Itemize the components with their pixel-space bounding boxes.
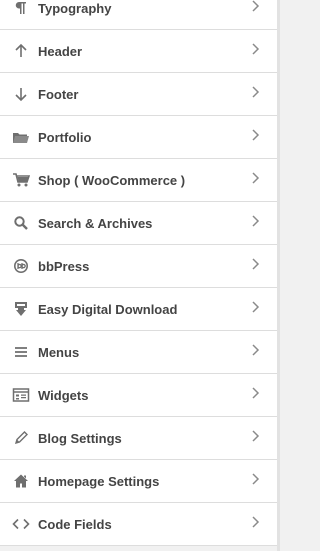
menu-item-search-archives[interactable]: Search & Archives <box>0 202 277 245</box>
menu-icon <box>12 343 30 361</box>
menu-item-menus[interactable]: Menus <box>0 331 277 374</box>
arrow-up-icon <box>12 42 30 60</box>
menu-item-typography[interactable]: Typography <box>0 0 277 30</box>
scrollbar[interactable] <box>277 0 280 551</box>
menu-item-label: Homepage Settings <box>38 473 160 489</box>
paragraph-icon <box>12 0 30 17</box>
menu-item-label: Easy Digital Download <box>38 301 178 317</box>
chevron-right-icon <box>251 300 261 314</box>
customizer-panel: Typography Header Footer Portfolio Shop … <box>0 0 277 546</box>
menu-item-label: Shop ( WooCommerce ) <box>38 172 186 188</box>
menu-item-portfolio[interactable]: Portfolio <box>0 116 277 159</box>
menu-item-label: bbPress <box>38 258 90 274</box>
menu-item-easy-digital-download[interactable]: Easy Digital Download <box>0 288 277 331</box>
cart-icon <box>12 171 30 189</box>
menu-item-bbpress[interactable]: bbPress <box>0 245 277 288</box>
menu-item-label: Portfolio <box>38 129 92 145</box>
chevron-right-icon <box>251 42 261 56</box>
menu-item-label: Header <box>38 43 83 59</box>
code-icon <box>12 515 30 533</box>
menu-item-homepage-settings[interactable]: Homepage Settings <box>0 460 277 503</box>
chevron-right-icon <box>251 85 261 99</box>
widgets-icon <box>12 386 30 404</box>
menu-item-label: Widgets <box>38 387 89 403</box>
menu-item-label: Footer <box>38 86 79 102</box>
pencil-icon <box>12 429 30 447</box>
chevron-right-icon <box>251 0 261 13</box>
search-icon <box>12 214 30 232</box>
chevron-right-icon <box>251 472 261 486</box>
menu-item-header[interactable]: Header <box>0 30 277 73</box>
menu-item-code-fields[interactable]: Code Fields <box>0 503 277 546</box>
chevron-right-icon <box>251 429 261 443</box>
bbpress-icon <box>12 257 30 275</box>
menu-item-label: Menus <box>38 344 80 360</box>
chevron-right-icon <box>251 214 261 228</box>
chevron-right-icon <box>251 515 261 529</box>
chevron-right-icon <box>251 386 261 400</box>
menu-item-label: Blog Settings <box>38 430 122 446</box>
menu-item-label: Code Fields <box>38 516 112 532</box>
chevron-right-icon <box>251 343 261 357</box>
menu-item-footer[interactable]: Footer <box>0 73 277 116</box>
menu-item-label: Search & Archives <box>38 215 153 231</box>
chevron-right-icon <box>251 257 261 271</box>
folder-icon <box>12 128 30 146</box>
chevron-right-icon <box>251 128 261 142</box>
menu-item-widgets[interactable]: Widgets <box>0 374 277 417</box>
menu-item-shop[interactable]: Shop ( WooCommerce ) <box>0 159 277 202</box>
home-icon <box>12 472 30 490</box>
download-icon <box>12 300 30 318</box>
menu-item-label: Typography <box>38 0 112 16</box>
arrow-down-icon <box>12 85 30 103</box>
menu-item-blog-settings[interactable]: Blog Settings <box>0 417 277 460</box>
chevron-right-icon <box>251 171 261 185</box>
